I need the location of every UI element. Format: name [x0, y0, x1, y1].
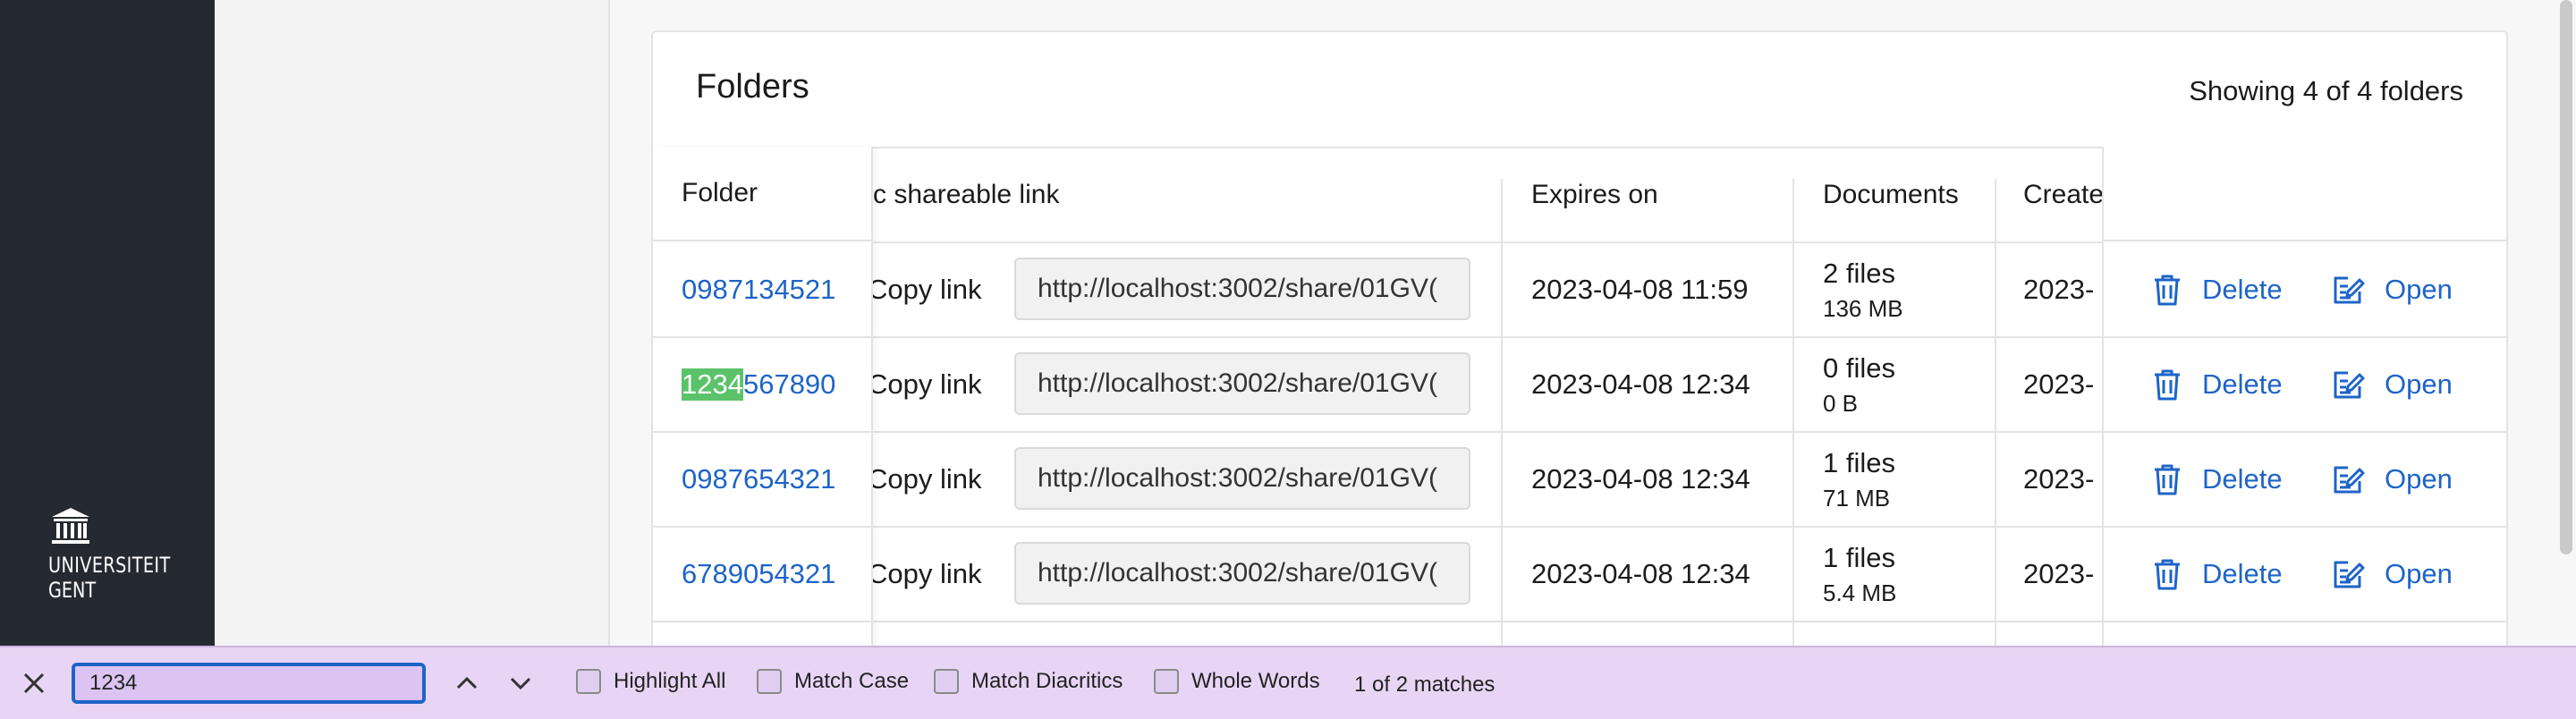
share-url-field[interactable]: http://localhost:3002/share/01GV(	[1014, 447, 1470, 510]
checkbox-box[interactable]	[934, 669, 959, 694]
column-header-link: c shareable link	[873, 180, 1060, 209]
file-count: 1 files	[1823, 447, 1895, 478]
edit-icon	[2334, 466, 2365, 494]
edit-icon	[2334, 561, 2365, 588]
share-url-field[interactable]: http://localhost:3002/share/01GV(	[1014, 352, 1470, 415]
open-label: Open	[2385, 368, 2453, 400]
file-size: 5.4 MB	[1823, 579, 1897, 606]
trash-icon	[2155, 559, 2180, 590]
match-diacritics-checkbox[interactable]: Match Diacritics	[934, 669, 1123, 694]
close-icon[interactable]	[20, 669, 48, 698]
open-button[interactable]: Open	[2333, 433, 2453, 526]
find-bar: 1234 Highlight All Match Case Match Diac…	[0, 646, 2576, 719]
file-size: 71 MB	[1823, 485, 1891, 512]
delete-button[interactable]: Delete	[2152, 433, 2283, 526]
delete-label: Delete	[2202, 463, 2283, 495]
delete-label: Delete	[2202, 274, 2283, 305]
delete-button[interactable]: Delete	[2152, 243, 2283, 336]
column-divider	[1501, 179, 1503, 653]
open-label: Open	[2385, 558, 2453, 589]
edit-icon	[2334, 276, 2365, 304]
checkbox-box[interactable]	[1154, 669, 1179, 694]
find-input[interactable]: 1234	[72, 663, 426, 704]
actions-column: Delete Open Delete Open Delete Open Dele…	[2102, 147, 2506, 653]
match-status: 1 of 2 matches	[1354, 672, 1496, 697]
filter-panel	[215, 0, 610, 646]
column-header-expires: Expires on	[1531, 180, 1658, 209]
share-url-field[interactable]: http://localhost:3002/share/01GV(	[1014, 542, 1470, 605]
sidebar: UNIVERSITEIT GENT	[0, 0, 215, 646]
folders-card: Folders Showing 4 of 4 folders c shareab…	[651, 30, 2508, 660]
file-count: 1 files	[1823, 542, 1895, 573]
folder-link[interactable]: 0987134521	[682, 243, 835, 336]
share-url-field[interactable]: http://localhost:3002/share/01GV(	[1014, 258, 1470, 320]
file-count: 2 files	[1823, 258, 1895, 289]
file-count: 0 files	[1823, 352, 1895, 384]
folder-link[interactable]: 6789054321	[682, 528, 835, 621]
copy-link-button[interactable]: Copy link	[868, 243, 982, 336]
created-value: 2023-	[2023, 274, 2095, 305]
expires-value: 2023-04-08 12:34	[1531, 558, 1750, 589]
building-icon	[52, 508, 89, 544]
open-button[interactable]: Open	[2333, 528, 2453, 621]
checkbox-label: Whole Words	[1191, 669, 1320, 693]
checkbox-label: Highlight All	[614, 669, 726, 693]
delete-label: Delete	[2202, 558, 2283, 589]
folder-link[interactable]: 1234 567890	[682, 338, 835, 431]
checkbox-box[interactable]	[576, 669, 601, 694]
folder-count: Showing 4 of 4 folders	[2189, 75, 2463, 106]
checkbox-box[interactable]	[757, 669, 782, 694]
chevron-down-icon[interactable]	[506, 669, 535, 698]
column-divider	[1792, 179, 1794, 653]
find-highlight: 1234	[682, 368, 743, 401]
copy-link-button[interactable]: Copy link	[868, 433, 982, 526]
delete-button[interactable]: Delete	[2152, 338, 2283, 431]
folder-column: Folder 0987134521 1234 567890 0987654321 …	[653, 147, 873, 653]
column-header-created: Create	[2023, 180, 2102, 209]
match-case-checkbox[interactable]: Match Case	[757, 669, 909, 694]
file-size: 0 B	[1823, 390, 1859, 417]
highlight-all-checkbox[interactable]: Highlight All	[576, 669, 725, 694]
delete-button[interactable]: Delete	[2152, 528, 2283, 621]
edit-icon	[2334, 371, 2365, 399]
logo-text-line2: GENT	[48, 578, 97, 603]
folder-name: 0987654321	[682, 463, 836, 495]
copy-link-button[interactable]: Copy link	[868, 528, 982, 621]
vertical-scrollbar[interactable]	[2560, 0, 2572, 554]
open-button[interactable]: Open	[2333, 243, 2453, 336]
column-header-documents: Documents	[1823, 180, 1959, 209]
folder-name: 6789054321	[682, 558, 836, 589]
university-logo[interactable]: UNIVERSITEIT GENT	[48, 506, 174, 603]
copy-link-button[interactable]: Copy link	[868, 338, 982, 431]
created-value: 2023-	[2023, 558, 2095, 589]
checkbox-label: Match Case	[794, 669, 910, 693]
trash-icon	[2155, 369, 2180, 401]
open-label: Open	[2385, 274, 2453, 305]
folder-name: 0987134521	[682, 274, 836, 305]
trash-icon	[2155, 464, 2180, 495]
logo-text-line1: UNIVERSITEIT	[48, 553, 171, 578]
folder-link[interactable]: 0987654321	[682, 433, 835, 526]
open-label: Open	[2385, 463, 2453, 495]
chevron-up-icon[interactable]	[453, 669, 481, 698]
created-value: 2023-	[2023, 368, 2095, 400]
card-title: Folders	[696, 68, 809, 106]
column-header-folder: Folder	[682, 178, 758, 207]
file-size: 136 MB	[1823, 295, 1903, 322]
expires-value: 2023-04-08 12:34	[1531, 463, 1750, 495]
delete-label: Delete	[2202, 368, 2283, 400]
checkbox-label: Match Diacritics	[971, 669, 1123, 693]
expires-value: 2023-04-08 11:59	[1531, 274, 1749, 305]
folder-name: 567890	[742, 368, 836, 400]
expires-value: 2023-04-08 12:34	[1531, 368, 1750, 400]
trash-icon	[2155, 275, 2180, 306]
column-divider	[1995, 179, 1996, 653]
whole-words-checkbox[interactable]: Whole Words	[1154, 669, 1320, 694]
created-value: 2023-	[2023, 463, 2095, 495]
open-button[interactable]: Open	[2333, 338, 2453, 431]
